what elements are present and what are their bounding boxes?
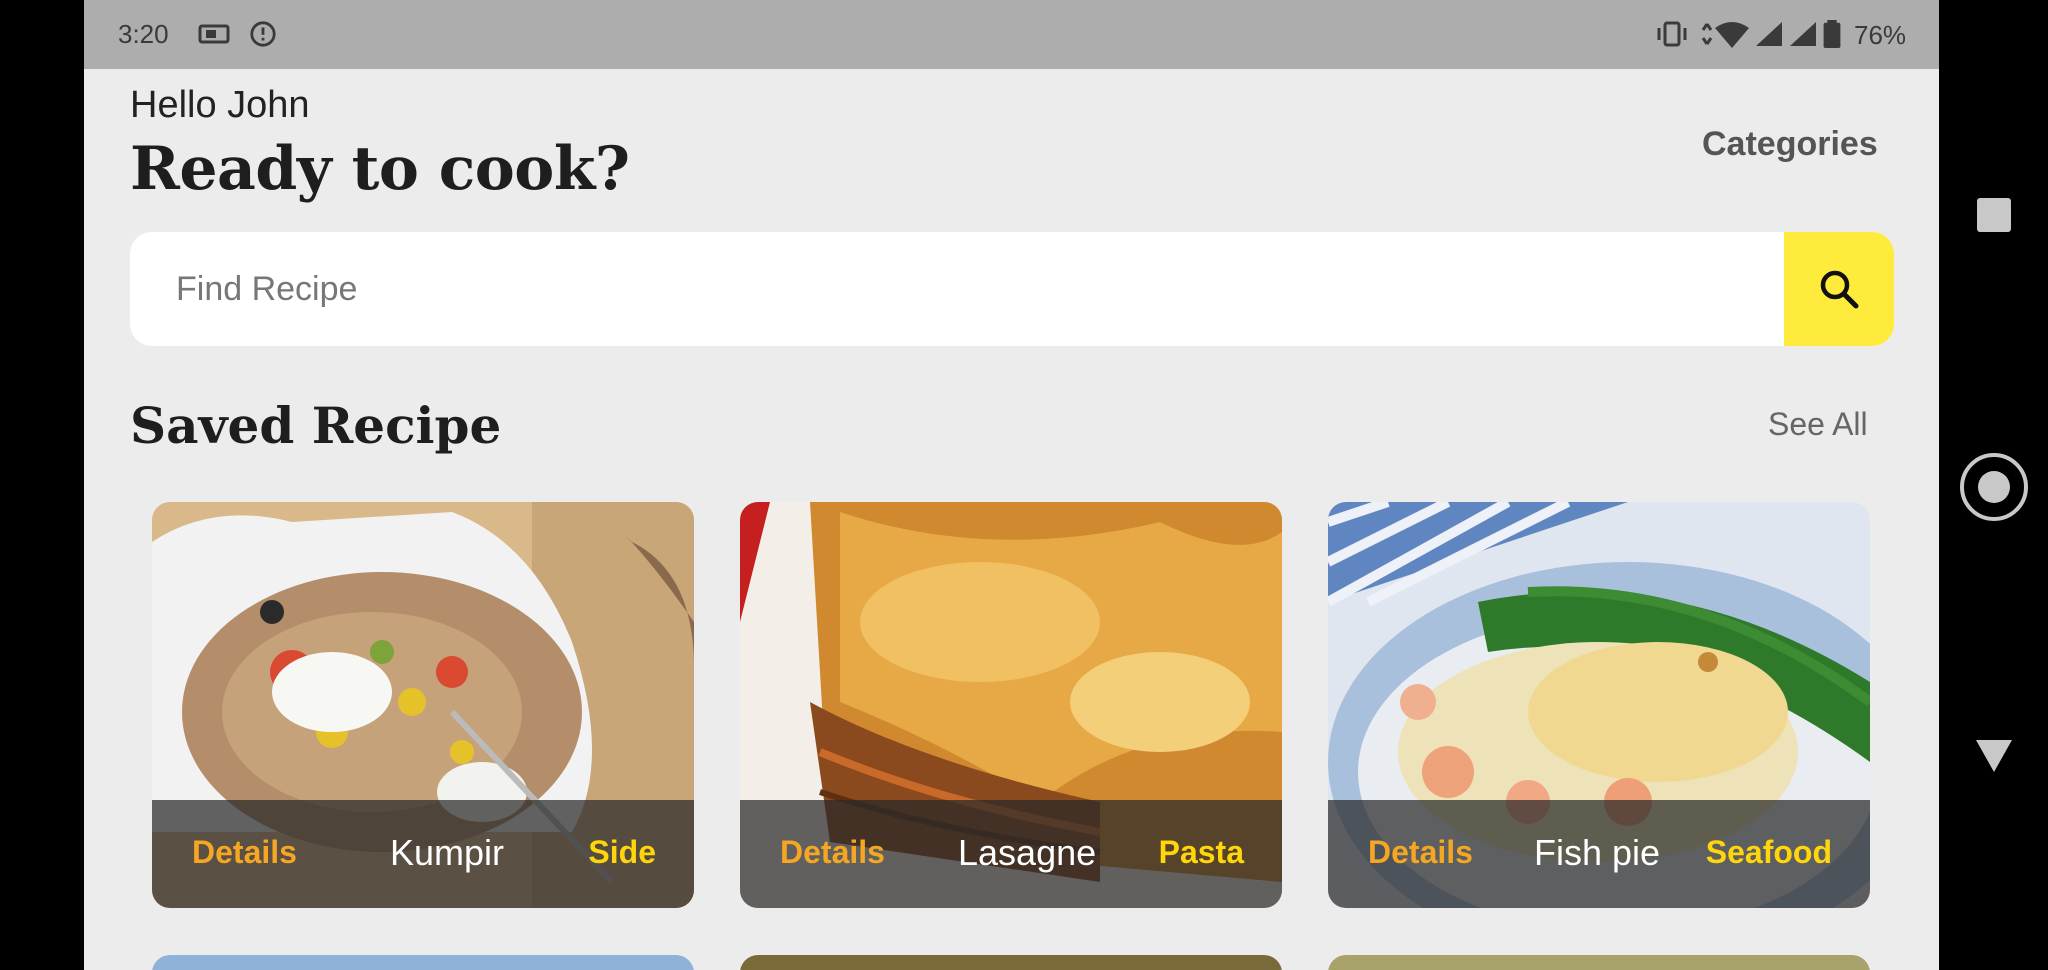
recipe-name: Fish pie bbox=[1534, 832, 1661, 873]
page-title: Ready to cook? bbox=[130, 134, 630, 204]
recipe-category: Pasta bbox=[1158, 834, 1244, 870]
recipe-name: Kumpir bbox=[390, 832, 505, 873]
see-all-link[interactable]: See All bbox=[1768, 406, 1868, 443]
signal-icon bbox=[1756, 22, 1782, 46]
search-input[interactable] bbox=[130, 232, 1784, 346]
recipe-card[interactable]: Details Lasagne Pasta bbox=[740, 502, 1282, 908]
vibrate-icon bbox=[1657, 21, 1687, 47]
recipe-card-partial[interactable] bbox=[1328, 955, 1870, 970]
search-icon bbox=[1820, 270, 1859, 309]
recipe-category: Seafood bbox=[1705, 834, 1832, 870]
card-footer: Details Fish pie Seafood bbox=[1328, 800, 1870, 908]
recipe-card[interactable]: Details Fish pie Seafood bbox=[1328, 502, 1870, 908]
card-footer: Details Kumpir Side bbox=[152, 800, 694, 908]
search-bar bbox=[130, 232, 1894, 346]
details-link[interactable]: Details bbox=[1368, 834, 1473, 871]
details-link[interactable]: Details bbox=[192, 834, 297, 871]
recipe-card-partial[interactable] bbox=[740, 955, 1282, 970]
alarm-icon bbox=[250, 21, 276, 47]
section-title: Saved Recipe bbox=[130, 396, 502, 455]
battery-icon bbox=[1823, 20, 1841, 48]
card-footer: Details Lasagne Pasta bbox=[740, 800, 1282, 908]
status-bar: 3:20 76% bbox=[84, 0, 1939, 69]
navigation-bar bbox=[1939, 0, 2048, 970]
wifi-icon bbox=[1701, 22, 1749, 48]
recipe-card[interactable]: Details Kumpir Side bbox=[152, 502, 694, 908]
back-icon[interactable] bbox=[1974, 738, 2014, 774]
app-screen: 3:20 76% Hello John Ready to cook? Categ… bbox=[84, 0, 1939, 970]
recipe-card-partial[interactable] bbox=[152, 955, 694, 970]
categories-link[interactable]: Categories bbox=[1702, 125, 1878, 164]
recipe-category: Side bbox=[588, 834, 656, 870]
recipe-name: Lasagne bbox=[958, 832, 1097, 873]
battery-percent: 76% bbox=[1854, 20, 1907, 50]
home-icon[interactable] bbox=[1958, 451, 2030, 523]
details-link[interactable]: Details bbox=[780, 834, 885, 871]
cast-icon bbox=[198, 24, 230, 44]
search-button[interactable] bbox=[1784, 232, 1894, 346]
status-time: 3:20 bbox=[118, 19, 169, 49]
signal-icon bbox=[1790, 22, 1816, 46]
greeting: Hello John bbox=[130, 84, 310, 126]
recents-icon[interactable] bbox=[1976, 197, 2012, 233]
